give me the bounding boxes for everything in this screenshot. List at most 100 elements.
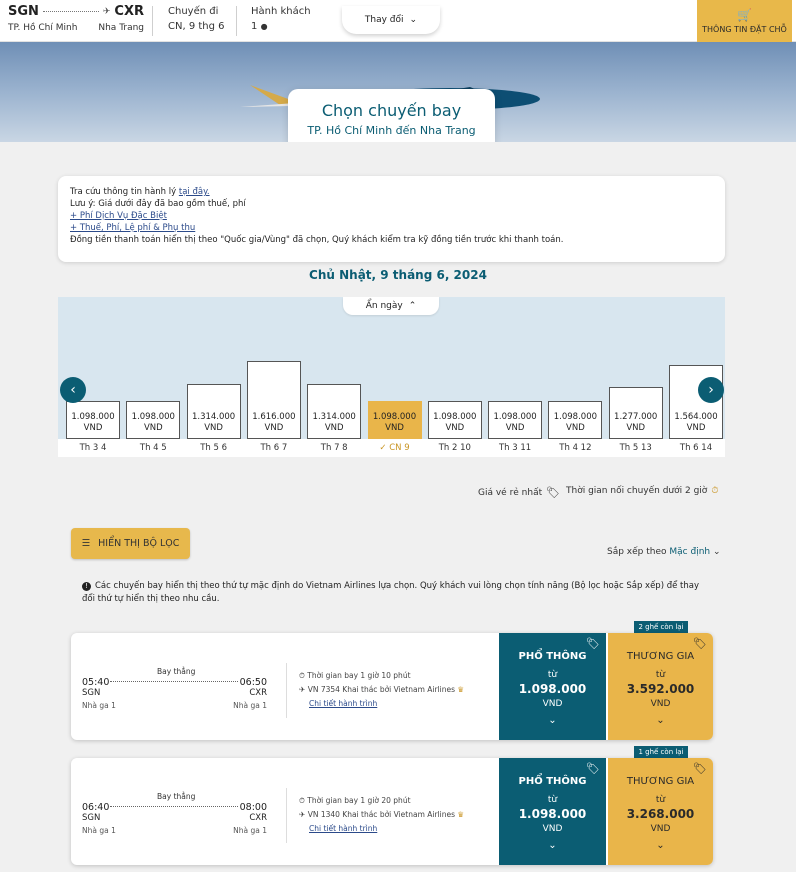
day-currency: VND bbox=[385, 423, 404, 433]
economy-fare-button[interactable]: 🏷 PHỔ THÔNG từ 1.098.000 VND ⌄ bbox=[499, 758, 606, 865]
day-currency: VND bbox=[143, 423, 163, 433]
trip-label: Chuyến đi bbox=[168, 6, 219, 17]
arrival-code: CXR bbox=[249, 688, 267, 698]
flight-times: Bay thẳng 05:40 06:50 SGN CXR Nhà ga 1 Nhà ga … bbox=[82, 667, 267, 710]
calendar-day-3[interactable]: 1.616.000 VND bbox=[246, 361, 301, 439]
departure-terminal: Nhà ga 1 bbox=[82, 701, 116, 710]
trip-info: Chuyến đi CN, 9 thg 6 bbox=[168, 6, 225, 32]
fare-class: THƯƠNG GIA bbox=[626, 776, 695, 787]
day-price: 1.098.000 bbox=[493, 412, 537, 422]
departure-code: SGN bbox=[82, 688, 101, 698]
chevron-up-icon: ⌃ bbox=[408, 301, 417, 311]
day-currency: VND bbox=[626, 423, 646, 433]
sort-label: Sắp xếp theo bbox=[607, 547, 667, 557]
top-bar: SGN ✈ CXR TP. Hồ Chí Minh Nha Trang Chuy… bbox=[0, 0, 796, 42]
calendar-day-5[interactable]: 1.098.000 VND bbox=[367, 401, 422, 439]
calendar-day-2[interactable]: 1.314.000 VND bbox=[186, 384, 241, 439]
plane-icon: ✈ bbox=[299, 810, 306, 819]
price-tag-icon: 🏷 bbox=[546, 486, 561, 499]
fare-price: 1.098.000 bbox=[518, 807, 587, 821]
special-fee-link[interactable]: + Phí Dịch Vụ Đặc Biệt bbox=[70, 211, 167, 221]
origin-code: SGN bbox=[8, 4, 39, 19]
day-currency: VND bbox=[445, 423, 465, 433]
fare-currency: VND bbox=[542, 699, 563, 709]
chevron-down-icon: ⌄ bbox=[656, 840, 665, 851]
calendar-day-label: Th 3 11 bbox=[488, 443, 542, 453]
arrival-time: 06:50 bbox=[239, 677, 267, 688]
business-fare-button[interactable]: 🏷 THƯƠNG GIA từ 3.592.000 VND ⌄ bbox=[608, 633, 713, 740]
calendar-day-label: Th 7 8 bbox=[307, 443, 361, 453]
change-search-button[interactable]: Thay đổi ⌄ bbox=[342, 6, 440, 34]
stopwatch-icon: ⏱ bbox=[711, 486, 719, 496]
booking-label: THÔNG TIN ĐẶT CHỖ bbox=[702, 25, 787, 34]
arrival-terminal: Nhà ga 1 bbox=[233, 826, 267, 835]
header-divider bbox=[152, 6, 153, 36]
chevron-right-icon: › bbox=[708, 382, 714, 398]
price-tag-icon: 🏷 bbox=[586, 762, 600, 775]
day-currency: VND bbox=[83, 423, 103, 433]
fare-calendar: Ẩn ngày ⌃ 1.098.000 VND Th 3 4 1.098.000 VND… bbox=[58, 297, 725, 457]
day-currency: VND bbox=[324, 423, 344, 433]
page-title: Chọn chuyến bay bbox=[321, 101, 462, 120]
booking-info-button[interactable]: 🛒 THÔNG TIN ĐẶT CHỖ bbox=[697, 0, 792, 42]
departure-time: 05:40 bbox=[82, 677, 110, 688]
destination-city: Nha Trang bbox=[98, 23, 144, 33]
calendar-day-9[interactable]: 1.277.000 VND bbox=[608, 387, 663, 439]
itinerary-details-link[interactable]: Chi tiết hành trình bbox=[309, 824, 377, 833]
calendar-day-label: Th 4 5 bbox=[126, 443, 180, 453]
crown-icon: ♛ bbox=[457, 685, 465, 694]
sort-control[interactable]: Sắp xếp theo Mặc định ⌄ bbox=[607, 547, 721, 557]
flight-duration: Thời gian bay 1 giờ 20 phút bbox=[307, 796, 411, 805]
price-tag-icon: 🏷 bbox=[693, 762, 707, 775]
baggage-text: Tra cứu thông tin hành lý bbox=[70, 187, 177, 197]
cart-icon: 🛒 bbox=[737, 8, 752, 22]
hero-title-card: Chọn chuyến bay TP. Hồ Chí Minh đến Nha … bbox=[288, 89, 495, 142]
calendar-day-7[interactable]: 1.098.000 VND bbox=[488, 401, 543, 439]
business-fare-button[interactable]: 🏷 THƯƠNG GIA từ 3.268.000 VND ⌄ bbox=[608, 758, 713, 865]
header-divider bbox=[236, 6, 237, 36]
itinerary-details-link[interactable]: Chi tiết hành trình bbox=[309, 699, 377, 708]
chevron-down-icon: ⌄ bbox=[712, 547, 721, 557]
filter-label: HIỂN THỊ BỘ LỌC bbox=[98, 538, 180, 549]
calendar-day-label: Th 6 7 bbox=[247, 443, 301, 453]
day-label-text: Th 4 12 bbox=[559, 443, 592, 453]
divider bbox=[286, 788, 287, 843]
stopwatch-icon: ⏱ bbox=[299, 796, 305, 805]
day-label-text: Th 5 13 bbox=[619, 443, 652, 453]
change-label: Thay đổi bbox=[364, 15, 404, 25]
baggage-link[interactable]: tại đây. bbox=[179, 187, 210, 197]
notice-text: Các chuyến bay hiển thị theo thứ tự mặc … bbox=[82, 581, 700, 604]
show-filter-button[interactable]: ☰ HIỂN THỊ BỘ LỌC bbox=[71, 528, 190, 559]
day-currency: VND bbox=[204, 423, 223, 433]
calendar-day-4[interactable]: 1.314.000 VND bbox=[307, 384, 362, 439]
divider bbox=[286, 663, 287, 718]
seats-left-badge: 2 ghế còn lại bbox=[634, 621, 688, 633]
day-currency: VND bbox=[505, 423, 525, 433]
legend-cheapest: Giá vé rẻ nhất 🏷 bbox=[478, 486, 560, 499]
hide-days-button[interactable]: Ẩn ngày ⌃ bbox=[343, 297, 439, 315]
price-tag-icon: 🏷 bbox=[586, 637, 600, 650]
calendar-day-1[interactable]: 1.098.000 VND bbox=[126, 401, 181, 439]
passenger-count: 1 bbox=[251, 21, 258, 32]
calendar-day-6[interactable]: 1.098.000 VND bbox=[427, 401, 482, 439]
calendar-prev-button[interactable]: ‹ bbox=[60, 377, 86, 403]
day-price: 1.314.000 bbox=[191, 412, 236, 422]
day-price: 1.098.000 bbox=[71, 412, 115, 422]
calendar-next-button[interactable]: › bbox=[698, 377, 724, 403]
calendar-day-8[interactable]: 1.098.000 VND bbox=[548, 401, 603, 439]
day-label-text: Th 4 5 bbox=[139, 443, 167, 453]
day-price: 1.564.000 bbox=[674, 412, 718, 422]
fare-class: THƯƠNG GIA bbox=[626, 651, 695, 662]
day-label-text: Th 3 11 bbox=[498, 443, 532, 453]
economy-fare-button[interactable]: 🏷 PHỔ THÔNG từ 1.098.000 VND ⌄ bbox=[499, 633, 606, 740]
day-price: 1.616.000 bbox=[252, 412, 296, 422]
sort-value: Mặc định bbox=[669, 547, 711, 557]
fare-from: từ bbox=[547, 670, 558, 680]
calendar-day-0[interactable]: 1.098.000 VND bbox=[66, 401, 120, 439]
flight-card: Bay thẳng 06:40 08:00 SGN CXR Nhà ga 1 Nhà ga … bbox=[71, 758, 713, 865]
departure-time: 06:40 bbox=[82, 802, 110, 813]
fare-price: 1.098.000 bbox=[518, 682, 587, 696]
sort-notice: ! Các chuyến bay hiển thị theo thứ tự mặc… bbox=[82, 580, 702, 606]
tax-fee-link[interactable]: + Thuế, Phí, Lệ phí & Phụ thu bbox=[70, 223, 195, 233]
flight-card: Bay thẳng 05:40 06:50 SGN CXR Nhà ga 1 Nhà ga … bbox=[71, 633, 713, 740]
